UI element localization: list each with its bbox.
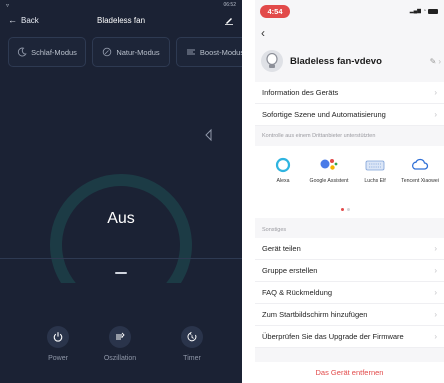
chevron-right-icon: › (434, 288, 437, 297)
faq-feedback-row[interactable]: FAQ & Rückmeldung › (255, 282, 444, 304)
oscillation-icon (116, 332, 125, 340)
add-to-homescreen-row[interactable]: Zum Startbildschirm hinzufügen › (255, 304, 444, 326)
mode-selector: Schlaf-Modus Natur-Modus Boost-Modus (8, 37, 242, 67)
keyboard-icon (365, 160, 385, 171)
service-tencent-xiaowei[interactable]: Tencent Xiaowei (400, 154, 440, 185)
arrow-left-icon: ← (8, 15, 17, 25)
power-icon (53, 332, 63, 342)
nature-mode-button[interactable]: Natur-Modus (92, 37, 170, 67)
scene-automation-row[interactable]: Sofortige Szene und Automatisierung › (255, 104, 444, 126)
timer-control[interactable]: Timer (162, 326, 222, 362)
gauge-track (50, 174, 192, 283)
back-button[interactable]: ‹ (261, 26, 265, 40)
device-header[interactable]: Bladeless fan-vdevo ✎ › (261, 49, 441, 73)
chevron-right-icon: › (434, 244, 437, 253)
page-dot (347, 208, 350, 211)
edit-icon[interactable]: ✎ (430, 57, 437, 66)
back-label: Back (21, 15, 39, 25)
battery-icon (428, 8, 438, 14)
system-indicators: ▂▄▆ ◔ (410, 8, 438, 14)
device-settings-screen: 4:54 ▂▄▆ ◔ ‹ Bladeless fan-vdevo ✎ › Inf… (255, 0, 444, 383)
service-label: Tencent Xiaowei (401, 178, 439, 184)
back-button[interactable]: ← Back (8, 15, 39, 25)
timer-icon (187, 331, 197, 342)
sleep-mode-label: Schlaf-Modus (31, 47, 77, 57)
service-google-assistant[interactable]: Google Assistent (309, 154, 349, 185)
other-section-header: Sonstiges (262, 227, 287, 233)
row-label: Information des Geräts (262, 88, 339, 97)
service-alexa[interactable]: Alexa (263, 154, 303, 185)
device-avatar (261, 50, 283, 72)
third-party-section-header: Kontrolle aus einem Drittanbieter unters… (262, 133, 376, 139)
alexa-icon (275, 157, 291, 173)
service-label: Google Assistent (309, 178, 349, 184)
gauge-status-label: Aus (107, 210, 135, 227)
oscillation-label: Oszillation (103, 355, 137, 362)
boost-mode-button[interactable]: Boost-Modus (176, 37, 242, 67)
chevron-right-icon: › (434, 88, 437, 97)
service-label: Alexa (276, 178, 290, 184)
device-name: Bladeless fan-vdevo (290, 55, 382, 67)
chevron-right-icon: › (434, 266, 437, 275)
oscillation-button[interactable] (109, 326, 131, 348)
status-bar: 4:54 ▂▄▆ ◔ (255, 0, 444, 22)
chevron-left-icon: ‹ (261, 26, 265, 40)
carousel-pagination (341, 208, 350, 211)
fan-device-icon (266, 53, 278, 68)
status-time: 06:52 (223, 2, 236, 8)
service-luchs-elf[interactable]: Luchs Elf (355, 154, 395, 185)
google-assistant-icon (320, 159, 338, 170)
device-info-list: Information des Geräts › Sofortige Szene… (255, 82, 444, 126)
chevron-right-icon: › (434, 310, 437, 319)
edit-icon[interactable] (224, 15, 234, 25)
leaf-icon (103, 47, 112, 57)
row-label: Überprüfen Sie das Upgrade der Firmware (262, 332, 404, 341)
tencent-icon (412, 158, 429, 170)
remove-device-button[interactable]: Das Gerät entfernen (255, 362, 444, 383)
firmware-upgrade-row[interactable]: Überprüfen Sie das Upgrade der Firmware … (255, 326, 444, 348)
status-bar: ▿ 06:52 (0, 0, 242, 10)
third-party-services: Alexa Google Assistent Luchs Elf Tencent… (255, 146, 444, 218)
timer-button[interactable] (181, 326, 203, 348)
share-device-row[interactable]: Gerät teilen › (255, 238, 444, 260)
oscillation-control[interactable]: Oszillation (90, 326, 150, 362)
boost-icon (186, 49, 195, 55)
wifi-icon: ◔ (422, 8, 426, 14)
page-dot-active (341, 208, 344, 211)
row-label: Gerät teilen (262, 244, 301, 253)
row-label: Sofortige Szene und Automatisierung (262, 110, 386, 119)
service-label: Luchs Elf (364, 178, 386, 184)
nav-bar: ← Back Bladeless fan (0, 10, 242, 30)
power-label: Power (48, 355, 68, 362)
wifi-icon: ▿ (6, 2, 10, 9)
moon-icon (17, 47, 27, 57)
status-time: 4:54 (260, 5, 290, 18)
signal-icon: ▂▄▆ (409, 8, 421, 14)
fan-control-screen: ▿ 06:52 ← Back Bladeless fan Schlaf-Modu… (0, 0, 242, 383)
row-label: FAQ & Rückmeldung (262, 288, 333, 297)
other-settings-list: Gerät teilen › Gruppe erstellen › FAQ & … (255, 238, 444, 348)
chevron-right-icon: › (434, 110, 437, 119)
chevron-right-icon: › (434, 332, 437, 341)
sound-icon[interactable] (201, 127, 217, 143)
create-group-row[interactable]: Gruppe erstellen › (255, 260, 444, 282)
panel-divider (0, 258, 242, 259)
timer-label: Timer (183, 355, 201, 362)
power-control[interactable]: Power (28, 326, 88, 362)
power-button[interactable] (47, 326, 69, 348)
drag-handle[interactable] (115, 272, 127, 274)
screenshot-root: ▿ 06:52 ← Back Bladeless fan Schlaf-Modu… (0, 0, 444, 383)
row-label: Gruppe erstellen (262, 266, 318, 275)
device-info-row[interactable]: Information des Geräts › (255, 82, 444, 104)
row-label: Zum Startbildschirm hinzufügen (262, 310, 368, 319)
nature-mode-label: Natur-Modus (116, 47, 160, 57)
sleep-mode-button[interactable]: Schlaf-Modus (8, 37, 86, 67)
chevron-right-icon: › (438, 56, 441, 66)
boost-mode-label: Boost-Modus (199, 47, 242, 57)
